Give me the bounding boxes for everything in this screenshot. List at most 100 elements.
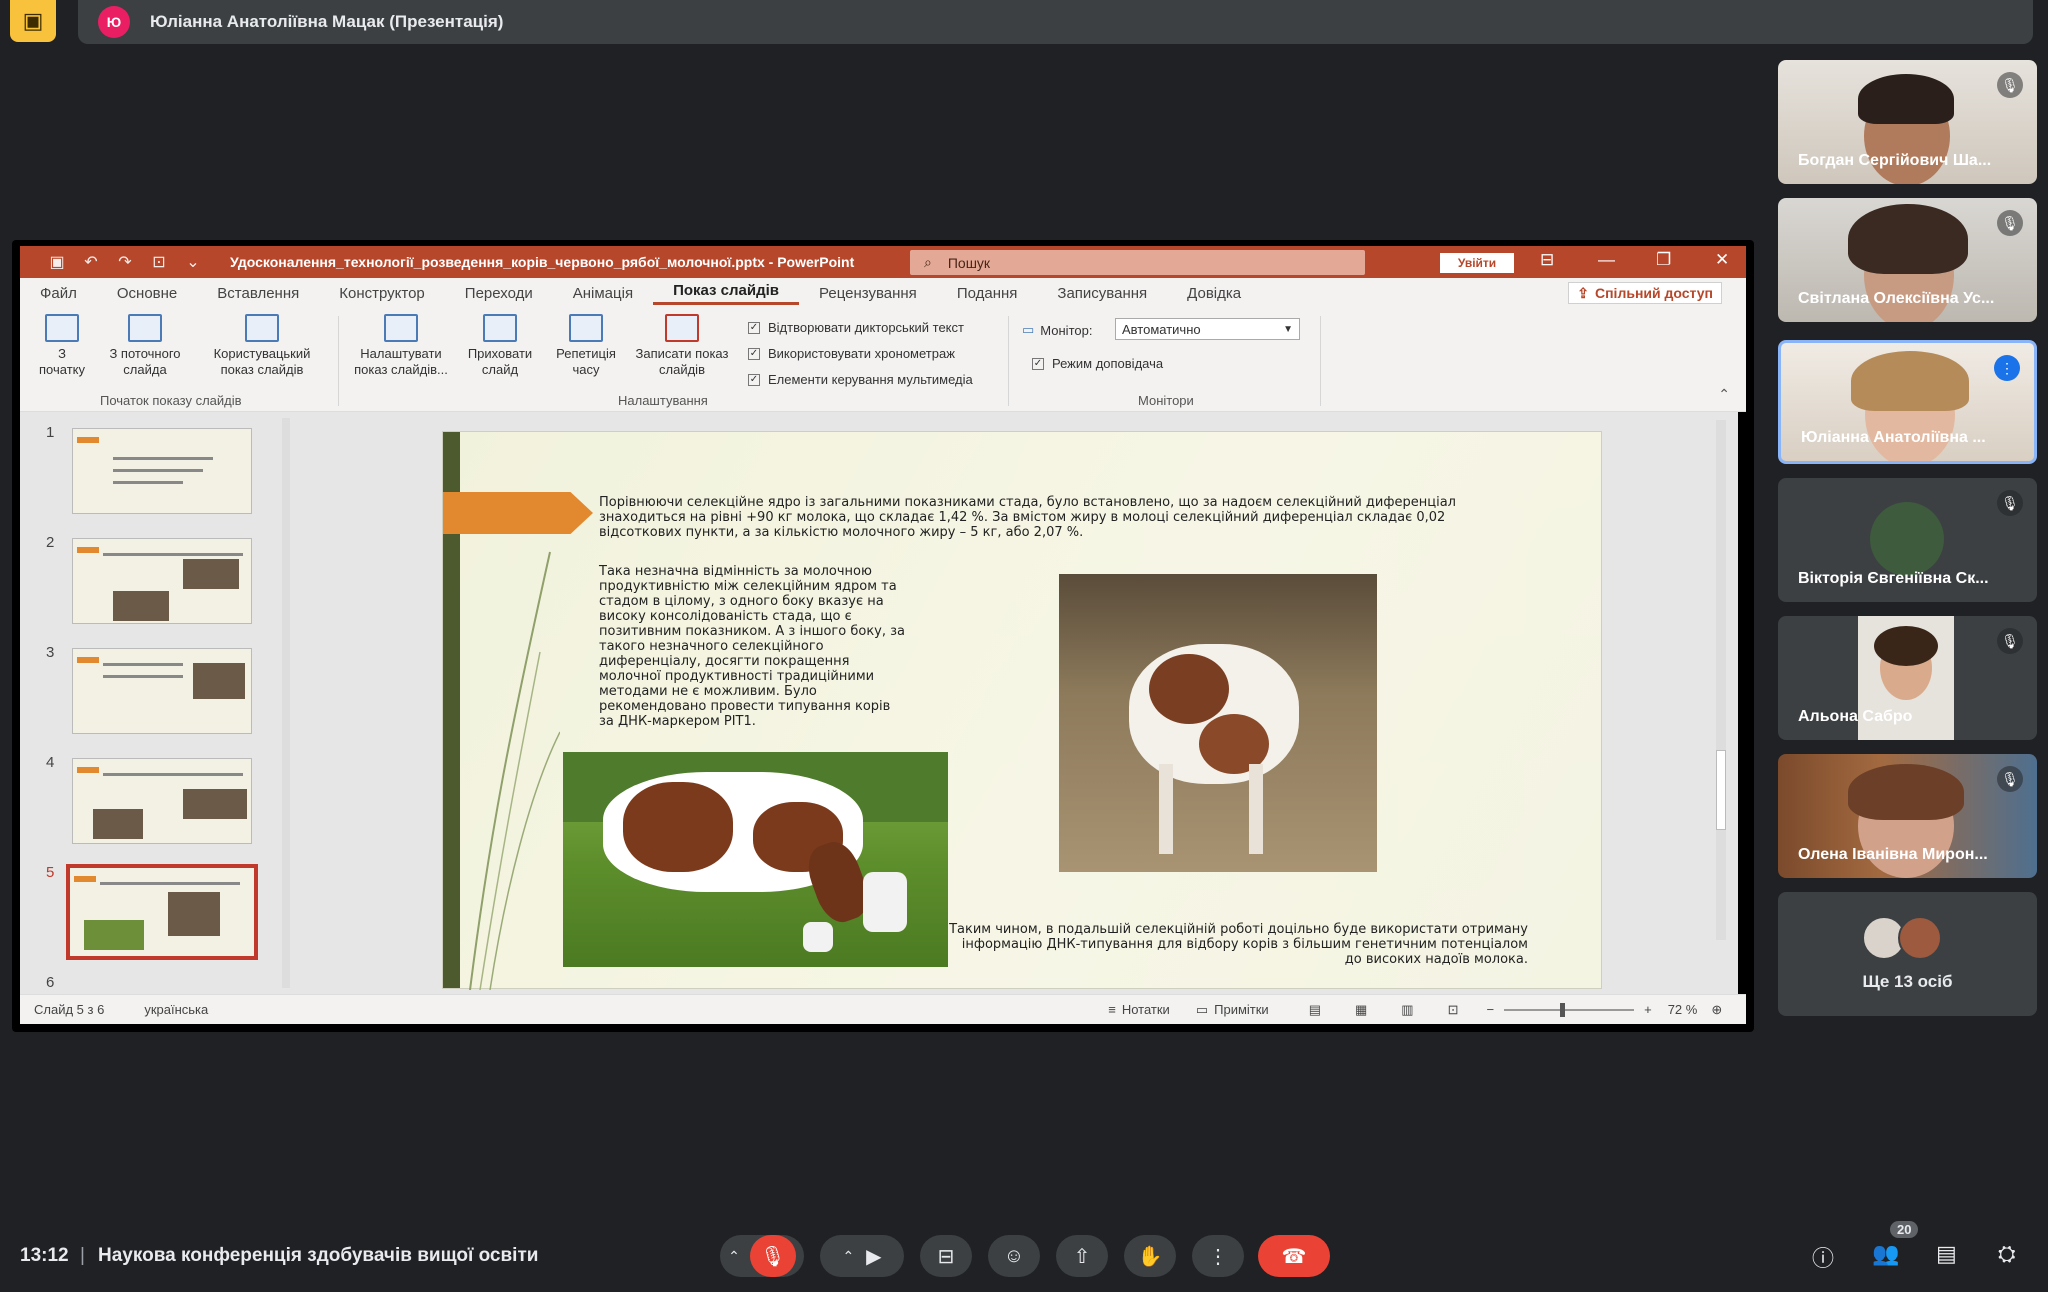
ribbon-display-icon[interactable]: ⊟ xyxy=(1540,250,1554,270)
tab-insert[interactable]: Вставлення xyxy=(197,285,319,302)
close-icon[interactable]: ✕ xyxy=(1715,250,1729,270)
zoom-level[interactable]: 72 % xyxy=(1668,1002,1698,1017)
more-participants-tile[interactable]: Ще 13 осіб xyxy=(1778,892,2037,1016)
more-vert-icon: ⋮ xyxy=(1208,1245,1228,1268)
participant-tile[interactable]: 🎙 Світлана Олексіївна Ус... xyxy=(1778,198,2037,322)
record-icon xyxy=(665,314,699,342)
presenter-view-checkbox[interactable]: ✓ Режим доповідача xyxy=(1032,356,1163,371)
participant-tile[interactable]: 🎙 Богдан Сергійович Ша... xyxy=(1778,60,2037,184)
login-button[interactable]: Увійти xyxy=(1440,253,1514,273)
restore-icon[interactable]: ❐ xyxy=(1656,250,1671,270)
save-icon[interactable]: ▣ xyxy=(40,252,74,272)
hide-slide-label: Приховати слайд xyxy=(467,346,533,377)
language-status[interactable]: українська xyxy=(144,1002,208,1017)
timings-checkbox[interactable]: ✓ Використовувати хронометраж xyxy=(748,346,955,361)
participant-tile[interactable]: 🎙 Олена Іванівна Мирон... xyxy=(1778,754,2037,878)
media-controls-label: Елементи керування мультимедіа xyxy=(768,372,973,387)
shared-screen: ▣ ↶ ↷ ⊡ ⌄ Удосконалення_технології_розве… xyxy=(12,240,1754,1032)
tab-design[interactable]: Конструктор xyxy=(319,285,445,302)
sorter-view-icon[interactable]: ▦ xyxy=(1355,1002,1367,1018)
info-icon[interactable]: ⓘ xyxy=(1812,1241,1834,1273)
comments-button[interactable]: Примітки xyxy=(1214,1002,1269,1017)
timings-label: Використовувати хронометраж xyxy=(768,346,955,361)
setup-show-button[interactable]: Налаштувати показ слайдів... xyxy=(348,314,454,378)
participant-tile[interactable]: 🎙 Вікторія Євгеніївна Ск... xyxy=(1778,478,2037,602)
grass-decoration xyxy=(469,551,560,990)
chat-icon[interactable]: ▤ xyxy=(1936,1241,1957,1267)
ppt-ribbon: З початку З поточного слайда Користуваць… xyxy=(20,308,1746,412)
slide-thumbnail[interactable] xyxy=(72,538,252,624)
fit-slide-icon[interactable]: ⊕ xyxy=(1711,1002,1722,1018)
record-show-button[interactable]: Записати показ слайдів xyxy=(630,314,734,378)
monitor-select[interactable]: Автоматично ▼ xyxy=(1115,318,1300,340)
tab-file[interactable]: Файл xyxy=(20,285,97,302)
participant-name: Вікторія Євгеніївна Ск... xyxy=(1798,570,1989,587)
collapse-ribbon-icon[interactable]: ⌃ xyxy=(1718,386,1730,403)
from-start-button[interactable]: З початку xyxy=(32,314,92,378)
from-current-button[interactable]: З поточного слайда xyxy=(100,314,190,378)
zoom-in-icon[interactable]: + xyxy=(1644,1002,1652,1017)
tab-view[interactable]: Подання xyxy=(937,285,1038,302)
slideshow-view-icon[interactable]: ⊡ xyxy=(1448,1002,1459,1018)
hide-slide-button[interactable]: Приховати слайд xyxy=(458,314,542,378)
hand-icon: ✋ xyxy=(1137,1245,1163,1268)
more-options-button[interactable]: ⋮ xyxy=(1192,1235,1244,1277)
notes-button[interactable]: Нотатки xyxy=(1122,1002,1170,1017)
group-start-label: Початок показу слайдів xyxy=(100,393,242,408)
media-controls-checkbox[interactable]: ✓ Елементи керування мультимедіа xyxy=(748,372,973,387)
search-icon: ⌕ xyxy=(924,254,932,270)
slide-thumbnail[interactable] xyxy=(72,758,252,844)
reactions-button[interactable]: ☺ xyxy=(988,1235,1040,1277)
captions-button[interactable]: ⊟ xyxy=(920,1235,972,1277)
zoom-slider[interactable] xyxy=(1504,1002,1635,1017)
custom-show-button[interactable]: Користувацький показ слайдів xyxy=(202,314,322,378)
activities-icon[interactable]: ⛭ xyxy=(1998,1241,2016,1267)
tab-recording[interactable]: Записування xyxy=(1037,285,1167,302)
narration-checkbox[interactable]: ✓ Відтворювати дикторський текст xyxy=(748,320,964,335)
reading-view-icon[interactable]: ▥ xyxy=(1401,1002,1413,1018)
custom-show-label: Користувацький показ слайдів xyxy=(213,346,311,377)
slide-paragraph-3: Таким чином, в подальшій селекційній роб… xyxy=(949,922,1528,967)
presenter-view-label: Режим доповідача xyxy=(1052,356,1164,371)
tab-home[interactable]: Основне xyxy=(97,285,197,302)
separator: | xyxy=(80,1245,85,1266)
raise-hand-button[interactable]: ✋ xyxy=(1124,1235,1176,1277)
participant-name: Богдан Сергійович Ша... xyxy=(1798,152,1992,169)
camera-toggle-button[interactable]: ⌃ ▶ xyxy=(820,1235,904,1277)
present-button[interactable]: ⇧ xyxy=(1056,1235,1108,1277)
tab-animations[interactable]: Анімація xyxy=(553,285,653,302)
mic-toggle-button[interactable]: ⌃ 🎙 xyxy=(720,1235,804,1277)
chevron-up-icon[interactable]: ⌃ xyxy=(842,1248,854,1265)
normal-view-icon[interactable]: ▤ xyxy=(1309,1002,1321,1018)
presentation-badge-icon[interactable]: ▣ xyxy=(10,0,56,42)
tab-transitions[interactable]: Переходи xyxy=(445,285,553,302)
thumbnail-number: 6 xyxy=(46,974,55,991)
chevron-up-icon[interactable]: ⌃ xyxy=(728,1248,740,1265)
tab-slideshow[interactable]: Показ слайдів xyxy=(653,282,800,305)
rehearse-button[interactable]: Репетиція часу xyxy=(548,314,624,378)
customize-icon[interactable]: ⌄ xyxy=(176,252,210,272)
ppt-search[interactable]: ⌕ Пошук xyxy=(910,250,1365,275)
presenter-avatar: Ю xyxy=(98,6,130,38)
minimize-icon[interactable]: — xyxy=(1598,250,1615,270)
slide-thumbnail-selected[interactable] xyxy=(66,864,258,960)
thumbnail-scrollbar[interactable] xyxy=(282,418,290,988)
participant-tile[interactable]: 🎙 Альона Сабро xyxy=(1778,616,2037,740)
people-icon[interactable]: 👥 xyxy=(1872,1241,1899,1267)
slide-thumbnail-pane: 1 2 3 4 5 6 xyxy=(20,412,292,994)
participant-tile-speaking[interactable]: ⋮ Юліанна Анатоліївна ... xyxy=(1778,340,2037,464)
leave-call-button[interactable]: ☎ xyxy=(1258,1235,1330,1277)
tab-review[interactable]: Рецензування xyxy=(799,285,937,302)
zoom-out-icon[interactable]: − xyxy=(1487,1002,1495,1017)
muted-mic-icon: 🎙 xyxy=(1997,628,2023,654)
redo-icon[interactable]: ↷ xyxy=(108,252,142,272)
present-icon[interactable]: ⊡ xyxy=(142,252,176,272)
tab-help[interactable]: Довідка xyxy=(1167,285,1261,302)
slide-count: Слайд 5 з 6 xyxy=(34,1002,105,1017)
slide-thumbnail[interactable] xyxy=(72,648,252,734)
undo-icon[interactable]: ↶ xyxy=(74,252,108,272)
slide-scrollbar[interactable] xyxy=(1716,420,1726,940)
share-button[interactable]: ⇪ Спільний доступ xyxy=(1568,282,1722,304)
comments-icon: ▭ xyxy=(1195,1001,1209,1017)
slide-thumbnail[interactable] xyxy=(72,428,252,514)
